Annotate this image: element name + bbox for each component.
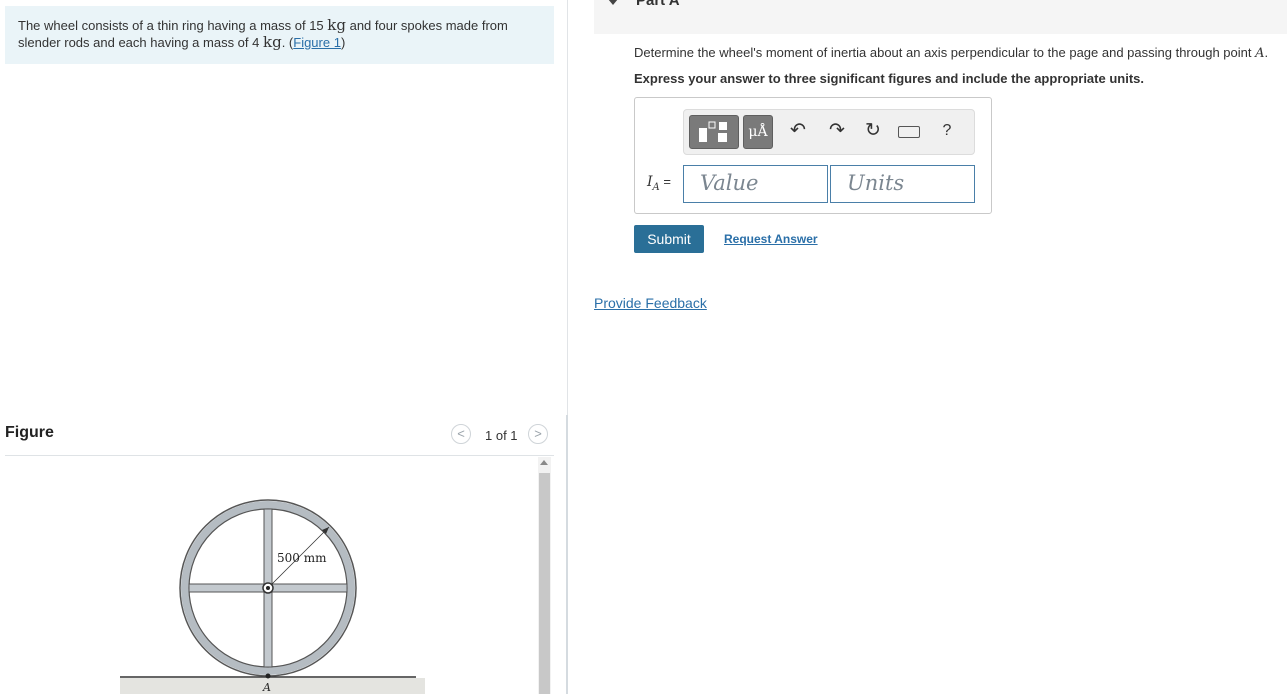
next-figure-button[interactable]: > <box>528 424 548 444</box>
answer-instruction: Express your answer to three significant… <box>634 71 1144 86</box>
templates-icon <box>699 121 727 142</box>
keyboard-icon[interactable] <box>898 126 920 138</box>
value-input[interactable]: Value <box>683 165 828 203</box>
request-answer-link[interactable]: Request Answer <box>724 232 818 246</box>
question-end: . <box>1264 45 1269 60</box>
answer-label: IA = <box>647 174 671 193</box>
undo-icon[interactable]: ↶ <box>787 120 809 142</box>
figure-heading: Figure <box>5 424 54 441</box>
mass-unit-2: kg <box>262 33 282 51</box>
scrollbar-thumb[interactable] <box>539 473 550 694</box>
answer-panel: μÅ ↶ ↷ ↻ ? IA = Value Units <box>634 97 992 214</box>
help-button[interactable]: ? <box>936 120 958 142</box>
math-toolbar: μÅ ↶ ↷ ↻ ? <box>683 109 975 155</box>
figure-divider <box>5 455 554 456</box>
wheel-figure: 500 mm A <box>120 499 425 694</box>
hub-center <box>266 586 270 590</box>
figure-link[interactable]: Figure 1 <box>293 35 341 50</box>
figure-scrollbar[interactable] <box>538 457 551 694</box>
units-input[interactable]: Units <box>830 165 975 203</box>
problem-text-4: ) <box>340 35 346 50</box>
figure-page-count: 1 of 1 <box>485 428 518 443</box>
problem-text-1: The wheel consists of a thin ring having… <box>18 18 328 33</box>
units-button[interactable]: μÅ <box>743 115 773 149</box>
templates-button[interactable] <box>689 115 739 149</box>
reset-icon[interactable]: ↻ <box>862 120 884 142</box>
redo-icon[interactable]: ↷ <box>826 120 848 142</box>
question-text: Determine the wheel's moment of inertia … <box>634 45 1268 61</box>
point-a-label: A <box>262 681 271 694</box>
previous-figure-button[interactable]: < <box>451 424 471 444</box>
part-title: Part A <box>636 0 680 9</box>
part-header[interactable]: Part A <box>594 0 1287 34</box>
problem-text-3: . ( <box>281 35 294 50</box>
answer-subscript: A <box>652 181 660 193</box>
column-divider-accent <box>566 415 568 694</box>
provide-feedback-link[interactable]: Provide Feedback <box>594 295 707 311</box>
collapse-caret-icon[interactable] <box>608 0 618 5</box>
submit-button[interactable]: Submit <box>634 225 704 253</box>
scroll-up-arrow-icon[interactable] <box>540 460 548 465</box>
radius-label: 500 mm <box>277 551 327 565</box>
problem-statement: The wheel consists of a thin ring having… <box>5 6 554 64</box>
mass-unit-1: kg <box>327 16 346 34</box>
point-a-marker <box>265 673 271 679</box>
question-body: Determine the wheel's moment of inertia … <box>634 45 1256 60</box>
ground-hatching <box>120 678 425 694</box>
answer-equals: = <box>659 174 671 189</box>
